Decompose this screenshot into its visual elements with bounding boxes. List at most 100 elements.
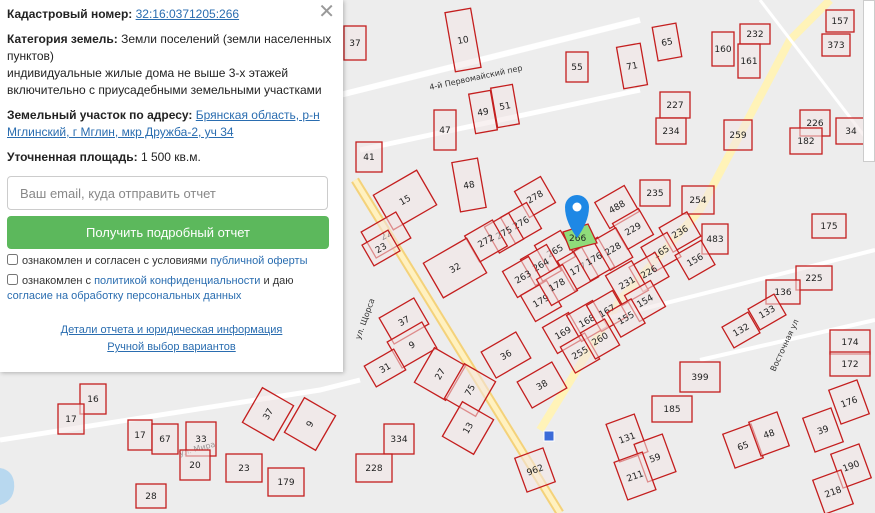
parcel-label: 172	[841, 360, 858, 370]
parcel-174[interactable]: 174	[829, 329, 871, 355]
category-label: Категория земель:	[7, 32, 118, 46]
privacy-policy-link[interactable]: политикой конфиденциальности	[94, 275, 260, 287]
parcel-label: 182	[797, 137, 814, 147]
parcel-259[interactable]: 259	[723, 119, 753, 151]
parcel-label: 71	[626, 61, 639, 73]
parcel-label: 235	[646, 189, 663, 199]
parcel-label: 234	[662, 127, 679, 137]
parcel-28[interactable]: 28	[135, 483, 167, 509]
parcel-225[interactable]: 225	[795, 265, 833, 291]
parcel-227[interactable]: 227	[659, 91, 691, 119]
parcel-label: 34	[845, 127, 857, 137]
parcel-161[interactable]: 161	[737, 43, 761, 79]
parcel-label: 228	[365, 464, 382, 474]
parcel-label: 41	[363, 153, 374, 163]
address-row: Земельный участок по адресу: Брянская об…	[7, 107, 336, 141]
area-row: Уточненная площадь: 1 500 кв.м.	[7, 149, 336, 166]
parcel-label: 185	[663, 405, 680, 415]
parcel-label: 175	[820, 222, 837, 232]
category-row: Категория земель: Земли поселений (земли…	[7, 31, 336, 99]
data-processing-link[interactable]: согласие на обработку персональных данны…	[7, 290, 241, 302]
parcel-399[interactable]: 399	[679, 361, 721, 393]
panel-footer: Детали отчета и юридическая информация Р…	[7, 322, 336, 356]
parcel-175[interactable]: 175	[811, 213, 847, 239]
parcel-label: 373	[827, 41, 844, 51]
parcel-label: 254	[689, 196, 706, 206]
offer-consent: ознакомлен и согласен с условиями публич…	[7, 254, 336, 269]
parcel-label: 259	[729, 131, 746, 141]
parcel-label: 51	[499, 101, 512, 113]
parcel-17[interactable]: 17	[127, 419, 153, 451]
public-offer-link[interactable]: публичной оферты	[210, 255, 307, 267]
parcel-234[interactable]: 234	[655, 117, 687, 145]
parcel-label: 55	[571, 63, 582, 73]
parcel-373[interactable]: 373	[821, 33, 851, 57]
parcel-179[interactable]: 179	[267, 467, 305, 497]
parcel-232[interactable]: 232	[739, 23, 771, 45]
parcel-228[interactable]: 228	[355, 453, 393, 483]
parcel-label: 49	[477, 107, 490, 119]
parcel-20[interactable]: 20	[179, 449, 211, 481]
report-details-link[interactable]: Детали отчета и юридическая информация	[61, 324, 283, 336]
parcel-label: 16	[87, 395, 99, 405]
parcel-182[interactable]: 182	[789, 127, 823, 155]
parcel-label: 334	[390, 435, 407, 445]
parcel-160[interactable]: 160	[711, 31, 735, 67]
parcel-67[interactable]: 67	[151, 423, 179, 455]
parcel-41[interactable]: 41	[355, 141, 383, 173]
parcel-254[interactable]: 254	[681, 185, 715, 215]
parcel-label: 174	[841, 338, 858, 348]
parcel-label: 65	[661, 37, 674, 49]
parcel-label: 225	[805, 274, 822, 284]
parcel-label: 67	[159, 435, 170, 445]
cadastral-label: Кадастровый номер:	[7, 7, 133, 21]
category-use: индивидуальные жилые дома не выше 3-х эт…	[7, 66, 322, 97]
parcel-label: 136	[774, 288, 791, 298]
parcel-172[interactable]: 172	[829, 351, 871, 377]
privacy-consent: ознакомлен с политикой конфиденциальност…	[7, 274, 336, 304]
parcel-label: 161	[740, 57, 757, 67]
parcel-47[interactable]: 47	[433, 109, 457, 151]
parcel-65[interactable]: 65	[651, 22, 683, 62]
small-map-marker-icon	[543, 430, 555, 442]
parcel-55[interactable]: 55	[565, 51, 589, 83]
parcel-label: 20	[189, 461, 201, 471]
parcel-17[interactable]: 17	[57, 403, 85, 435]
cadastral-row: Кадастровый номер: 32:16:0371205:266	[7, 6, 336, 23]
parcel-label: 160	[714, 45, 731, 55]
parcel-label: 48	[463, 180, 476, 192]
parcel-label: 47	[439, 126, 450, 136]
parcel-label: 28	[145, 492, 157, 502]
offer-checkbox[interactable]	[7, 254, 18, 265]
parcel-label: 483	[706, 235, 723, 245]
parcel-label: 232	[746, 30, 763, 40]
privacy-checkbox[interactable]	[7, 274, 18, 285]
close-icon[interactable]: ✕	[318, 2, 335, 22]
cadastral-number-link[interactable]: 32:16:0371205:266	[136, 7, 239, 21]
offer-consent-text: ознакомлен и согласен с условиями	[22, 255, 211, 267]
parcel-34[interactable]: 34	[835, 117, 867, 145]
parcel-23[interactable]: 23	[225, 453, 263, 483]
parcel-334[interactable]: 334	[383, 423, 415, 455]
parcel-label: 17	[65, 415, 76, 425]
parcel-label: 179	[277, 478, 294, 488]
parcel-label: 23	[238, 464, 249, 474]
parcel-label: 37	[349, 39, 360, 49]
parcel-label: 227	[666, 101, 683, 111]
map-controls-edge[interactable]	[863, 0, 875, 162]
area-value: 1 500 кв.м.	[140, 150, 201, 164]
address-label: Земельный участок по адресу:	[7, 108, 193, 122]
parcel-label: 157	[831, 17, 848, 27]
parcel-info-panel: ✕ Кадастровый номер: 32:16:0371205:266 К…	[0, 0, 343, 372]
parcel-37[interactable]: 37	[343, 25, 367, 61]
parcel-235[interactable]: 235	[639, 179, 671, 207]
parcel-185[interactable]: 185	[651, 395, 693, 423]
get-report-button[interactable]: Получить подробный отчет	[7, 216, 329, 249]
parcel-label: 399	[691, 373, 708, 383]
privacy-consent-text: ознакомлен с	[22, 275, 95, 287]
manual-selection-link[interactable]: Ручной выбор вариантов	[107, 341, 235, 353]
parcel-label: 10	[457, 35, 470, 47]
privacy-consent-mid: и даю	[260, 275, 294, 287]
email-input[interactable]	[7, 176, 328, 210]
parcel-157[interactable]: 157	[825, 9, 855, 33]
